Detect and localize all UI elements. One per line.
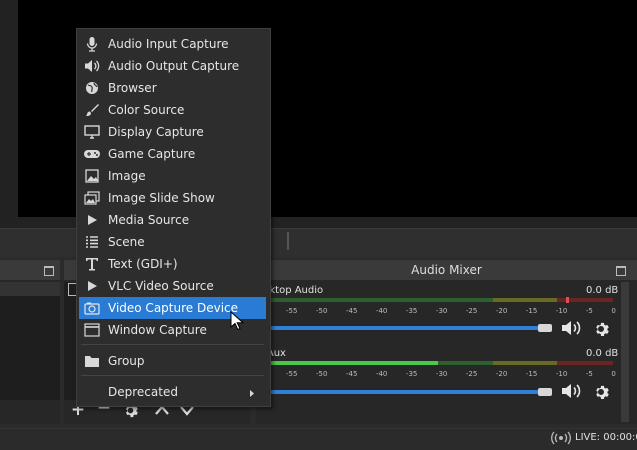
- mute-button[interactable]: [560, 382, 584, 400]
- menu-item-image-slide-show[interactable]: Image Slide Show: [79, 187, 266, 209]
- menu-item-display-capture[interactable]: Display Capture: [79, 121, 266, 143]
- level-meter: [438, 361, 493, 365]
- meter-ticks: -55 -50 -45 -40 -35 -30 -25 -20 -15 -10 -5 0: [286, 307, 616, 315]
- text-icon: [83, 256, 101, 272]
- menu-item-vlc-video-source[interactable]: VLC Video Source: [79, 275, 266, 297]
- scenes-list[interactable]: [0, 296, 60, 400]
- menu-separator: [81, 375, 264, 376]
- scene-row[interactable]: [0, 282, 60, 296]
- image-icon: [83, 168, 101, 184]
- folder-icon: [83, 353, 101, 369]
- menu-item-image[interactable]: Image: [79, 165, 266, 187]
- broadcast-icon: [550, 431, 572, 445]
- menu-item-scene[interactable]: Scene: [79, 231, 266, 253]
- level-meter-yellow: [493, 361, 557, 365]
- channel-db: 0.0 dB: [586, 285, 619, 296]
- volume-slider-handle[interactable]: [538, 324, 552, 332]
- peak-indicator: [566, 297, 569, 303]
- menu-separator: [81, 344, 264, 345]
- menu-item-group[interactable]: Group: [79, 350, 266, 372]
- microphone-icon: [83, 36, 101, 52]
- window-icon: [83, 322, 101, 338]
- float-icon[interactable]: [616, 266, 626, 276]
- speaker-icon: [562, 384, 581, 398]
- play-icon: [83, 278, 101, 294]
- channel-db: 0.0 dB: [586, 348, 619, 359]
- speaker-icon: [562, 321, 581, 335]
- list-icon: [83, 234, 101, 250]
- live-status: LIVE: 00:00:0: [575, 432, 637, 443]
- volume-slider[interactable]: [258, 390, 548, 394]
- float-icon[interactable]: [44, 266, 54, 276]
- gamepad-icon: [83, 146, 101, 162]
- level-meter-active: [258, 361, 438, 365]
- menu-item-color-source[interactable]: Color Source: [79, 99, 266, 121]
- volume-slider[interactable]: [258, 326, 548, 330]
- menu-item-game-capture[interactable]: Game Capture: [79, 143, 266, 165]
- level-meter: [258, 298, 493, 302]
- scenes-dock: [0, 260, 60, 424]
- channel-settings-button[interactable]: [592, 320, 610, 338]
- menu-item-audio-input-capture[interactable]: Audio Input Capture: [79, 33, 266, 55]
- menu-item-browser[interactable]: Browser: [79, 77, 266, 99]
- status-bar: [0, 428, 637, 450]
- submenu-arrow-icon: [249, 387, 255, 401]
- mute-button[interactable]: [560, 319, 584, 337]
- globe-icon: [83, 80, 101, 96]
- audio-mixer-title: Audio Mixer: [256, 260, 637, 280]
- level-meter-yellow: [493, 298, 557, 302]
- camera-icon: [83, 300, 101, 316]
- toolbar-separator: [287, 232, 289, 250]
- gear-icon: [596, 385, 609, 399]
- slideshow-icon: [83, 190, 101, 206]
- audio-mixer-dock: Audio Mixer esktop Audio 0.0 dB -55 -50 -4…: [256, 260, 637, 424]
- menu-item-deprecated[interactable]: Deprecated: [79, 381, 266, 403]
- menu-item-media-source[interactable]: Media Source: [79, 209, 266, 231]
- gear-icon: [596, 322, 609, 336]
- add-source-menu: Audio Input Capture Audio Output Capture…: [76, 28, 271, 407]
- level-meter-red: [557, 361, 613, 365]
- mouse-cursor-icon: [230, 310, 245, 331]
- brush-icon: [83, 102, 101, 118]
- meter-ticks: -55 -50 -45 -40 -35 -30 -25 -20 -15 -10 -5 0: [286, 370, 616, 378]
- menu-item-text-gdi[interactable]: Text (GDI+): [79, 253, 266, 275]
- channel-settings-button[interactable]: [592, 383, 610, 401]
- mixer-scrollbar[interactable]: [621, 282, 629, 422]
- volume-slider-handle[interactable]: [538, 388, 552, 396]
- menu-item-audio-output-capture[interactable]: Audio Output Capture: [79, 55, 266, 77]
- play-icon: [83, 212, 101, 228]
- speaker-icon: [83, 58, 101, 74]
- monitor-icon: [83, 124, 101, 140]
